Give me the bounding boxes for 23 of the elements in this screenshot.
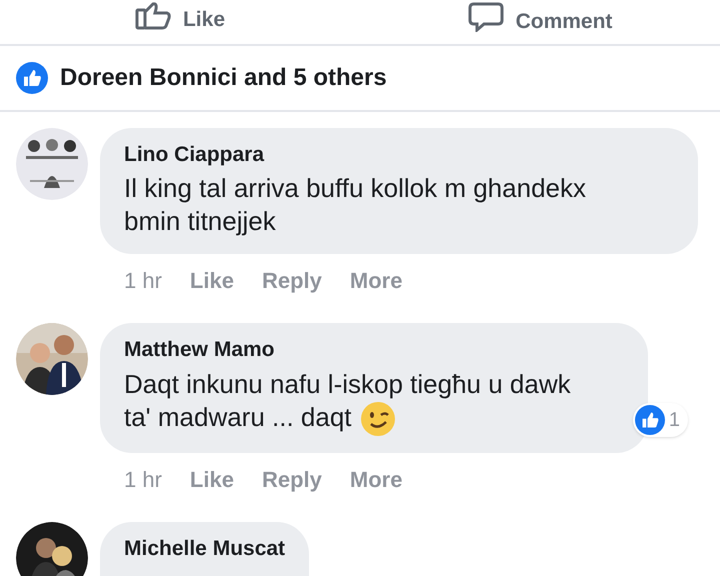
comment-button[interactable]: Comment [468,0,612,32]
reaction-count: 1 [668,408,680,433]
winking-face-icon [360,400,396,437]
like-reaction-icon [634,404,665,435]
like-button[interactable]: Like [134,0,226,30]
likes-summary-link[interactable]: Doreen Bonnici and 5 others [60,60,387,96]
speech-bubble-icon [468,2,504,32]
comment-action-link[interactable]: Like [190,264,234,298]
comment-text: Daqt inkunu nafu l-iskop tiegħu u dawk ta' madwaru ... daqt [124,368,624,437]
comment-action-link[interactable]: More [350,462,402,496]
comment-action-link[interactable]: Like [190,462,234,496]
thumbs-up-icon [134,2,171,30]
comment-author[interactable]: Matthew Mamo [124,337,624,364]
comment-author[interactable]: Lino Ciappara [124,142,674,168]
timestamp: 1 hr [124,466,162,494]
comment-action-link[interactable]: Reply [262,264,322,298]
comment-author[interactable]: Michelle Muscat [124,536,286,562]
reaction-count-badge[interactable]: 1 [632,402,688,437]
like-reaction-icon [16,62,48,94]
comment-action-link[interactable]: Reply [262,462,322,496]
comment-action-link[interactable]: More [350,264,402,298]
timestamp: 1 hr [124,267,162,296]
comment-text: Il king tal arriva buffu kollok m ghandekx bmin titnejjek [124,172,587,238]
